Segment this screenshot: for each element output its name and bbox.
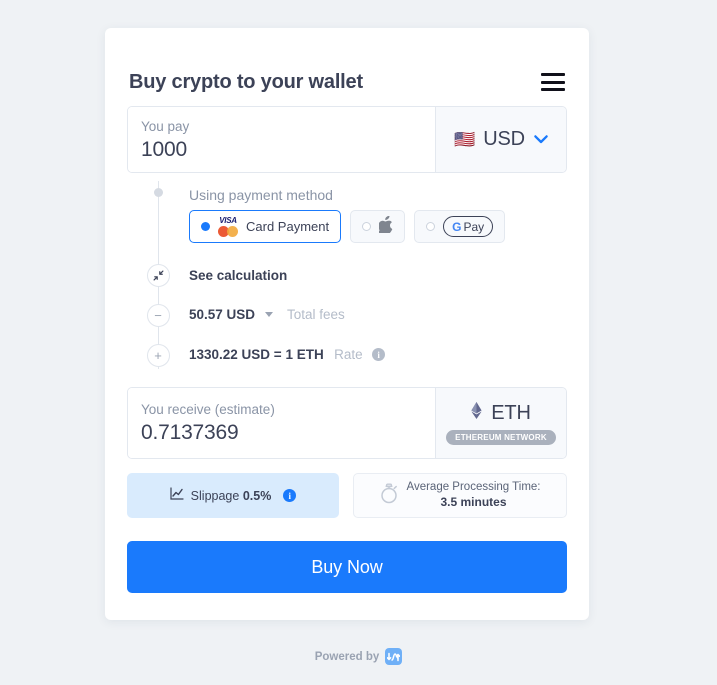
slippage-text: Slippage 0.5% bbox=[191, 489, 272, 503]
hamburger-menu-icon[interactable] bbox=[541, 73, 565, 91]
radio-google-pay-icon[interactable] bbox=[426, 222, 436, 231]
payment-option-card-label: Card Payment bbox=[246, 219, 330, 234]
payment-method-dot-wrap bbox=[127, 185, 189, 197]
widget-header: Buy crypto to your wallet bbox=[127, 28, 567, 106]
total-fees-value: 50.57 USD bbox=[189, 307, 256, 322]
rate-content: 1330.22 USD = 1 ETH Rate i bbox=[189, 346, 386, 364]
you-receive-row: You receive (estimate) 0.7137369 ETH ETH… bbox=[127, 387, 567, 459]
total-fees-row: − 50.57 USD Total fees bbox=[127, 295, 567, 335]
crypto-currency-code: ETH bbox=[491, 401, 531, 424]
visa-mastercard-icon: VISA bbox=[218, 215, 238, 237]
plus-icon: + bbox=[146, 343, 170, 367]
collapse-arrows-icon[interactable] bbox=[146, 263, 170, 287]
payment-method-title: Using payment method bbox=[189, 187, 333, 203]
google-g-icon: G bbox=[452, 219, 462, 234]
radio-card-icon[interactable] bbox=[201, 222, 210, 231]
visa-logo-text: VISA bbox=[219, 215, 237, 225]
hamburger-bar-1 bbox=[541, 73, 565, 76]
processing-time-label: Average Processing Time: bbox=[406, 481, 541, 493]
you-pay-input[interactable]: 1000 bbox=[141, 137, 435, 163]
total-fees-content: 50.57 USD Total fees bbox=[189, 306, 345, 324]
payment-method-options: VISA Card Payment G Pay bbox=[189, 203, 506, 243]
you-pay-label: You pay bbox=[141, 119, 190, 134]
see-calculation-label[interactable]: See calculation bbox=[189, 268, 287, 283]
timeline-dot-icon bbox=[153, 188, 163, 197]
caret-down-icon[interactable] bbox=[264, 311, 273, 317]
you-pay-field[interactable]: You pay 1000 bbox=[128, 107, 435, 172]
page-title: Buy crypto to your wallet bbox=[129, 70, 363, 93]
network-badge: ETHEREUM NETWORK bbox=[446, 429, 556, 445]
processing-time-text: Average Processing Time: 3.5 minutes bbox=[406, 480, 540, 511]
payment-option-card[interactable]: VISA Card Payment bbox=[189, 210, 342, 243]
info-pills: Slippage 0.5% i Average Processing Time: bbox=[127, 473, 567, 518]
timeline-spacer bbox=[127, 243, 567, 255]
slippage-value: 0.5% bbox=[242, 488, 272, 503]
mastercard-logo-icon bbox=[218, 225, 238, 237]
see-calculation-row[interactable]: See calculation bbox=[127, 255, 567, 295]
rate-value: 1330.22 USD = 1 ETH bbox=[189, 347, 324, 362]
hamburger-bar-3 bbox=[541, 88, 565, 91]
processing-time-pill: Average Processing Time: 3.5 minutes bbox=[353, 473, 567, 518]
hamburger-bar-2 bbox=[541, 80, 565, 84]
radio-apple-pay-icon[interactable] bbox=[362, 222, 372, 231]
rate-row: + 1330.22 USD = 1 ETH Rate i bbox=[127, 335, 567, 375]
chart-line-icon bbox=[170, 486, 184, 505]
calculation-timeline: Using payment method VISA Card Payment G… bbox=[127, 173, 567, 375]
rate-label: Rate bbox=[334, 347, 363, 362]
slippage-label: Slippage bbox=[190, 488, 240, 503]
you-receive-value: 0.7137369 bbox=[141, 421, 239, 444]
google-pay-icon: G Pay bbox=[443, 216, 494, 237]
crypto-currency-top: ETH bbox=[471, 401, 531, 425]
powered-by-footer: Powered by bbox=[0, 648, 717, 665]
chevron-down-icon bbox=[534, 131, 548, 149]
total-fees-label: Total fees bbox=[286, 307, 345, 322]
processing-time-value: 3.5 minutes bbox=[440, 495, 507, 509]
page-root: Buy crypto to your wallet You pay 1000 🇺… bbox=[0, 0, 717, 685]
minus-icon: − bbox=[146, 303, 170, 327]
wave-arrow-logo-icon bbox=[385, 648, 403, 665]
google-pay-label: Pay bbox=[463, 219, 485, 234]
us-flag-icon: 🇺🇸 bbox=[454, 130, 476, 149]
rate-icon-wrap: + bbox=[127, 343, 189, 367]
you-receive-label: You receive (estimate) bbox=[141, 402, 275, 417]
slippage-info-icon[interactable]: i bbox=[283, 489, 297, 502]
crypto-currency-selector[interactable]: ETH ETHEREUM NETWORK bbox=[435, 388, 566, 458]
buy-now-button[interactable]: Buy Now bbox=[127, 541, 567, 593]
payment-method-block: Using payment method VISA Card Payment G… bbox=[189, 185, 506, 243]
fiat-currency-selector[interactable]: 🇺🇸 USD bbox=[435, 107, 566, 172]
total-fees-icon-wrap: − bbox=[127, 303, 189, 327]
ethereum-icon bbox=[471, 402, 482, 424]
payment-option-apple-pay[interactable] bbox=[350, 210, 406, 243]
payment-option-google-pay[interactable]: G Pay bbox=[414, 210, 506, 243]
payment-method-row: Using payment method VISA Card Payment G… bbox=[127, 173, 567, 243]
you-receive-field: You receive (estimate) 0.7137369 bbox=[128, 388, 435, 458]
you-pay-row: You pay 1000 🇺🇸 USD bbox=[127, 106, 567, 173]
fiat-currency-code: USD bbox=[483, 128, 525, 150]
stopwatch-icon bbox=[379, 482, 399, 509]
apple-pay-icon bbox=[376, 215, 393, 237]
see-calculation-icon-wrap bbox=[127, 263, 189, 287]
buy-crypto-widget: Buy crypto to your wallet You pay 1000 🇺… bbox=[105, 28, 589, 620]
rate-info-icon[interactable]: i bbox=[372, 348, 386, 362]
powered-by-label: Powered by bbox=[314, 650, 380, 663]
slippage-pill[interactable]: Slippage 0.5% i bbox=[127, 473, 339, 518]
